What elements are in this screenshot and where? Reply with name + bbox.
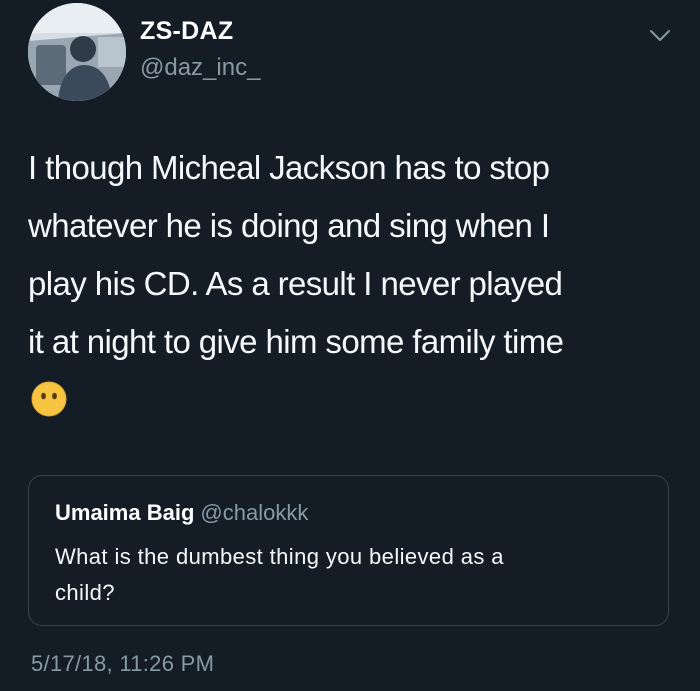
tweet-text-line: play his CD. As a result I never played [28, 265, 563, 302]
quoted-text-line: child? [55, 580, 115, 605]
quoted-author-name: Umaima Baig [55, 500, 195, 525]
chevron-down-icon[interactable] [648, 26, 672, 46]
author-display-name[interactable]: ZS-DAZ [140, 16, 260, 46]
author-handle[interactable]: @daz_inc_ [140, 53, 260, 83]
face-without-mouth-emoji-icon [31, 381, 67, 417]
avatar[interactable] [28, 3, 126, 101]
tweet-text-line: I though Micheal Jackson has to stop [28, 149, 550, 186]
quoted-text-line: What is the dumbest thing you believed a… [55, 544, 504, 569]
tweet-text: I though Micheal Jackson has to stop wha… [28, 139, 668, 371]
tweet-text-line: whatever he is doing and sing when I [28, 207, 550, 244]
quoted-tweet-header: Umaima Baig @chalokkk [55, 500, 308, 526]
author-info: ZS-DAZ @daz_inc_ [140, 16, 260, 83]
tweet-timestamp[interactable]: 5/17/18, 11:26 PM [31, 649, 214, 679]
quoted-tweet-text: What is the dumbest thing you believed a… [55, 539, 655, 611]
quoted-tweet[interactable]: Umaima Baig @chalokkk What is the dumbest… [28, 475, 669, 626]
quoted-author-handle: @chalokkk [200, 500, 309, 525]
tweet: ZS-DAZ @daz_inc_ I though Micheal Jackso… [0, 0, 700, 691]
tweet-text-line: it at night to give him some family time [28, 323, 564, 360]
